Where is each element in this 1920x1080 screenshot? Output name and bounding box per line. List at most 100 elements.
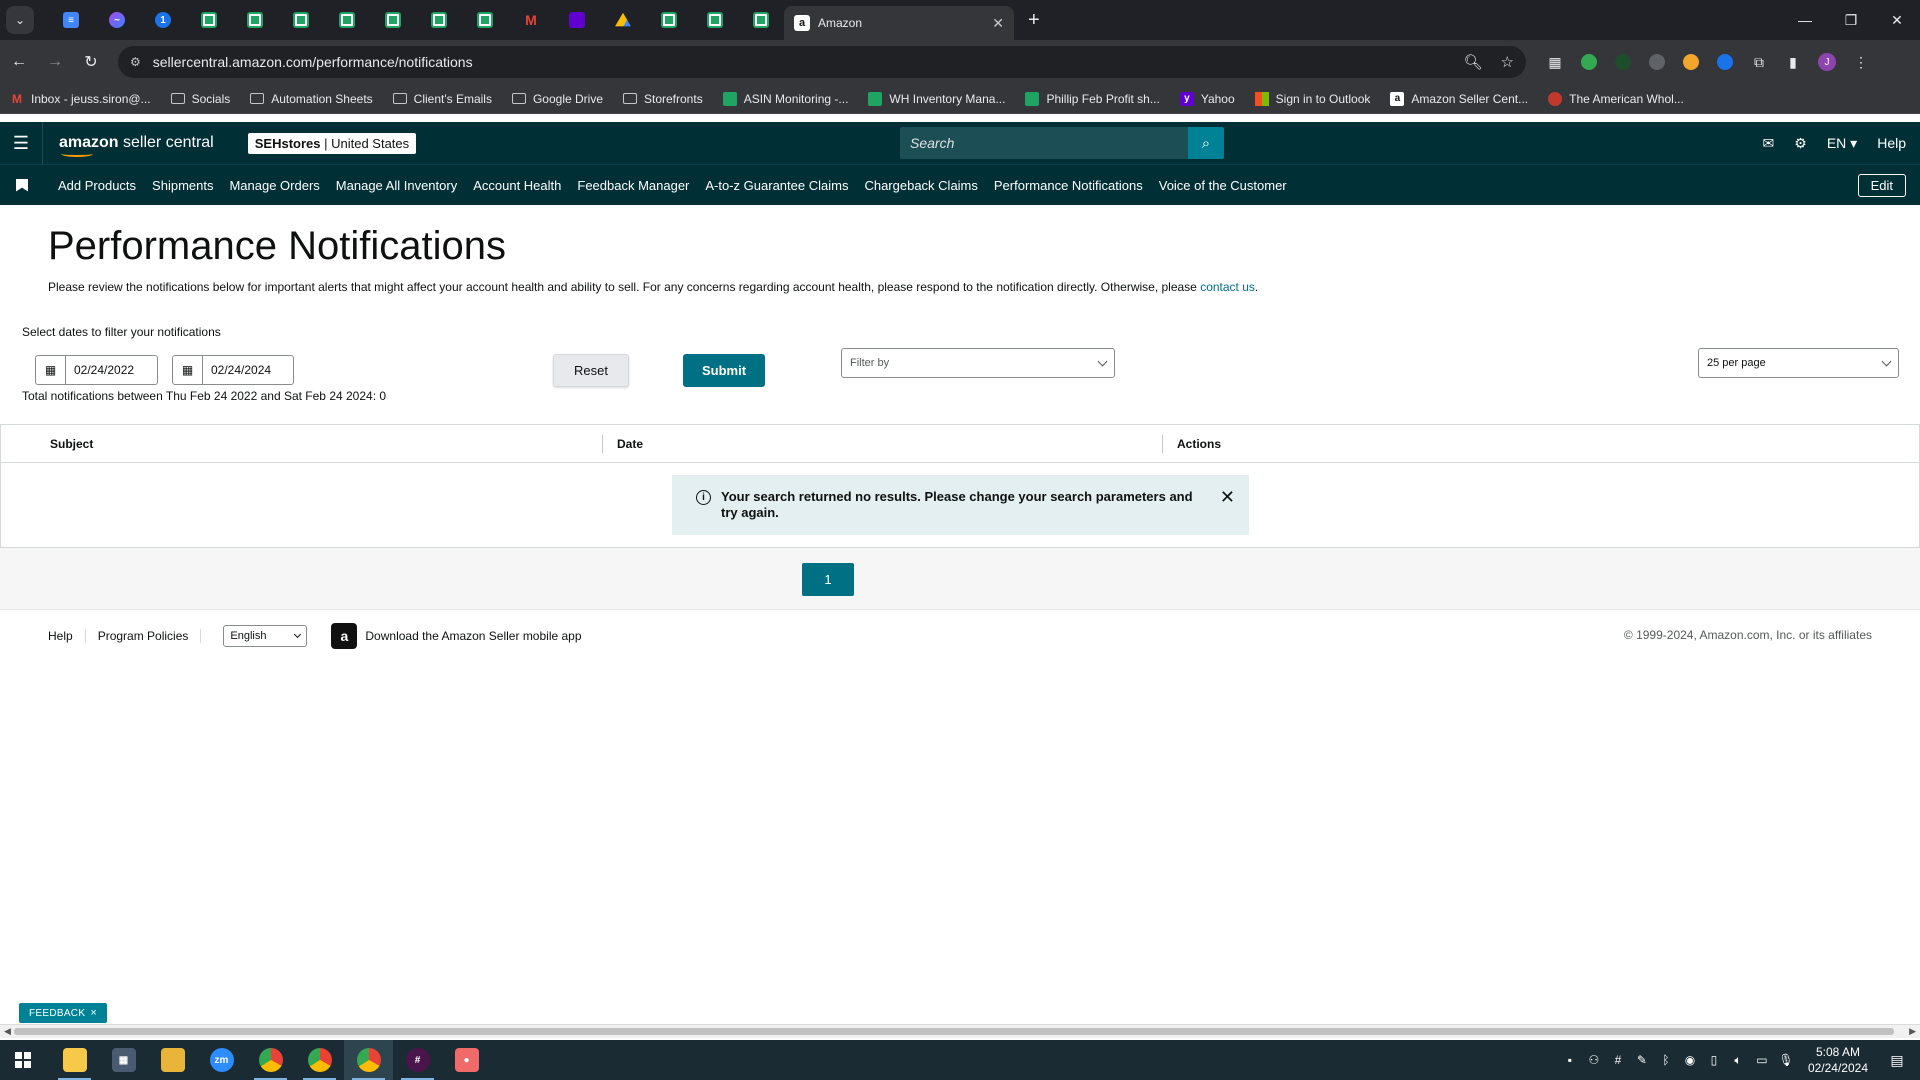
per-page-select[interactable]: 25 per page (1698, 348, 1899, 378)
bluetooth-icon[interactable]: ᛒ (1654, 1053, 1678, 1067)
color-extension-icon[interactable] (1674, 45, 1708, 79)
calendar-icon[interactable]: ▦ (173, 356, 203, 384)
restore-icon[interactable]: ❐ (1828, 0, 1874, 40)
feedback-tab[interactable]: FEEDBACK × (19, 1003, 108, 1023)
pinned-tab-sheets-5[interactable] (370, 0, 416, 40)
column-subject[interactable]: Subject (50, 437, 93, 451)
contact-us-link[interactable]: contact us (1200, 280, 1255, 294)
pinned-tab-sheets-1[interactable] (186, 0, 232, 40)
search-button[interactable]: ⌕ (1188, 127, 1224, 159)
qr-extension-icon[interactable]: ▦ (1538, 45, 1572, 79)
mail-icon[interactable]: ✉ (1763, 135, 1775, 152)
tab-search-button[interactable]: ⌄ (6, 6, 34, 34)
pinned-tab-messenger[interactable]: ~ (94, 0, 140, 40)
pinned-tab-docs[interactable]: ≡ (48, 0, 94, 40)
language-selector[interactable]: EN ▾ (1827, 135, 1857, 152)
microphone-icon[interactable]: 🎙︎ (1774, 1053, 1798, 1067)
program-policies-link[interactable]: Program Policies (98, 629, 189, 643)
address-bar[interactable]: ⚙ sellercentral.amazon.com/performance/n… (118, 46, 1526, 78)
back-button[interactable]: ← (2, 45, 36, 79)
end-date-input[interactable]: ▦ 02/24/2024 (172, 355, 294, 385)
slack-tray-icon[interactable]: # (1606, 1053, 1630, 1067)
extensions-puzzle-icon[interactable]: ⧉ (1742, 45, 1776, 79)
bookmark-american-wholesale[interactable]: The American Whol... (1548, 91, 1684, 106)
bookmark-inbox[interactable]: M Inbox - jeuss.siron@... (10, 92, 151, 106)
search-input[interactable]: Search (900, 127, 1188, 159)
battery-icon[interactable]: ▯ (1702, 1053, 1726, 1067)
forward-button[interactable]: → (38, 45, 72, 79)
zoom-icon[interactable]: 🔍︎ (1464, 53, 1483, 71)
bookmark-google-drive[interactable]: Google Drive (511, 92, 603, 106)
new-tab-button[interactable]: + (1028, 9, 1040, 32)
taskbar-clock[interactable]: 5:08 AM 02/24/2024 (1808, 1044, 1868, 1076)
bookmark-star-icon[interactable]: ☆ (1501, 53, 1514, 71)
active-tab[interactable]: a Amazon ✕ (784, 6, 1014, 40)
horizontal-scrollbar[interactable]: ◀ ▶ (0, 1024, 1920, 1038)
pinned-tab-sheets-10[interactable] (738, 0, 784, 40)
taskbar-slack[interactable]: # (393, 1040, 442, 1080)
close-tab-icon[interactable]: ✕ (992, 15, 1004, 32)
close-alert-icon[interactable]: ✕ (1220, 488, 1235, 506)
nav-account-health[interactable]: Account Health (473, 178, 561, 193)
pinned-tab-gmail[interactable]: M (508, 0, 554, 40)
pinned-tab-sheets-9[interactable] (692, 0, 738, 40)
help-link[interactable]: Help (1877, 135, 1906, 151)
shield-extension-icon[interactable] (1572, 45, 1606, 79)
calendar-icon[interactable]: ▦ (36, 356, 66, 384)
pinned-tab-password-manager[interactable]: 1 (140, 0, 186, 40)
taskbar-zoom[interactable]: zm (197, 1040, 246, 1080)
pinned-tab-sheets-6[interactable] (416, 0, 462, 40)
seller-central-logo[interactable]: amazon seller central (59, 134, 214, 157)
scroll-left-arrow-icon[interactable]: ◀ (4, 1026, 11, 1037)
nvidia-icon[interactable]: ▪ (1558, 1053, 1582, 1067)
pinned-tab-sheets-8[interactable] (646, 0, 692, 40)
pinned-tab-sheets-7[interactable] (462, 0, 508, 40)
network-icon[interactable]: ▭ (1750, 1053, 1774, 1067)
end-date-value[interactable]: 02/24/2024 (203, 363, 279, 377)
footer-help-link[interactable]: Help (48, 629, 73, 643)
filter-by-select[interactable]: Filter by (841, 348, 1115, 378)
taskbar-sticky-notes[interactable] (50, 1040, 99, 1080)
reset-button[interactable]: Reset (553, 354, 629, 387)
pinned-tab-drive[interactable] (600, 0, 646, 40)
scroll-thumb[interactable] (14, 1028, 1894, 1035)
bookmark-socials[interactable]: Socials (170, 92, 230, 106)
bookmark-clients-emails[interactable]: Client's Emails (392, 92, 492, 106)
edit-nav-button[interactable]: Edit (1857, 174, 1906, 197)
start-button[interactable] (0, 1040, 46, 1080)
minimize-icon[interactable]: — (1782, 0, 1828, 40)
pinned-tab-sheets-3[interactable] (278, 0, 324, 40)
page-1-button[interactable]: 1 (802, 563, 854, 596)
bookmark-amazon-seller[interactable]: a Amazon Seller Cent... (1390, 91, 1528, 106)
nav-voice-of-customer[interactable]: Voice of the Customer (1159, 178, 1287, 193)
bookmark-phillip-profit[interactable]: Phillip Feb Profit sh... (1025, 91, 1160, 106)
nav-a-to-z-claims[interactable]: A-to-z Guarantee Claims (705, 178, 848, 193)
nav-shipments[interactable]: Shipments (152, 178, 213, 193)
hamburger-menu-icon[interactable]: ☰ (0, 133, 42, 154)
close-window-icon[interactable]: ✕ (1874, 0, 1920, 40)
notification-center-icon[interactable]: ▤ (1882, 1052, 1912, 1069)
s-extension-icon[interactable] (1640, 45, 1674, 79)
pinned-tab-sheets-4[interactable] (324, 0, 370, 40)
side-panel-icon[interactable]: ▮ (1776, 45, 1810, 79)
pen-icon[interactable]: ✎ (1630, 1053, 1654, 1067)
bookmark-icon[interactable] (16, 178, 28, 192)
submit-button[interactable]: Submit (683, 354, 765, 387)
pinned-tab-sheets-2[interactable] (232, 0, 278, 40)
browser-menu-icon[interactable]: ⋮ (1844, 45, 1878, 79)
url-text[interactable]: sellercentral.amazon.com/performance/not… (153, 54, 1446, 70)
start-date-input[interactable]: ▦ 02/24/2022 (35, 355, 158, 385)
bookmark-asin-monitoring[interactable]: ASIN Monitoring -... (722, 91, 848, 106)
taskbar-chrome-1[interactable] (246, 1040, 295, 1080)
download-app-link[interactable]: Download the Amazon Seller mobile app (365, 629, 581, 643)
taskbar-chrome-3[interactable] (344, 1040, 393, 1080)
nav-manage-all-inventory[interactable]: Manage All Inventory (336, 178, 457, 193)
footer-language-select[interactable]: English (223, 625, 308, 647)
taskbar-asana[interactable]: ● (442, 1040, 491, 1080)
bookmark-automation-sheets[interactable]: Automation Sheets (250, 92, 373, 106)
nav-performance-notifications[interactable]: Performance Notifications (994, 178, 1143, 193)
scroll-right-arrow-icon[interactable]: ▶ (1909, 1026, 1916, 1037)
volume-icon[interactable]: 🔈︎ (1726, 1053, 1750, 1068)
pinned-tab-yahoo[interactable] (554, 0, 600, 40)
nav-feedback-manager[interactable]: Feedback Manager (577, 178, 689, 193)
